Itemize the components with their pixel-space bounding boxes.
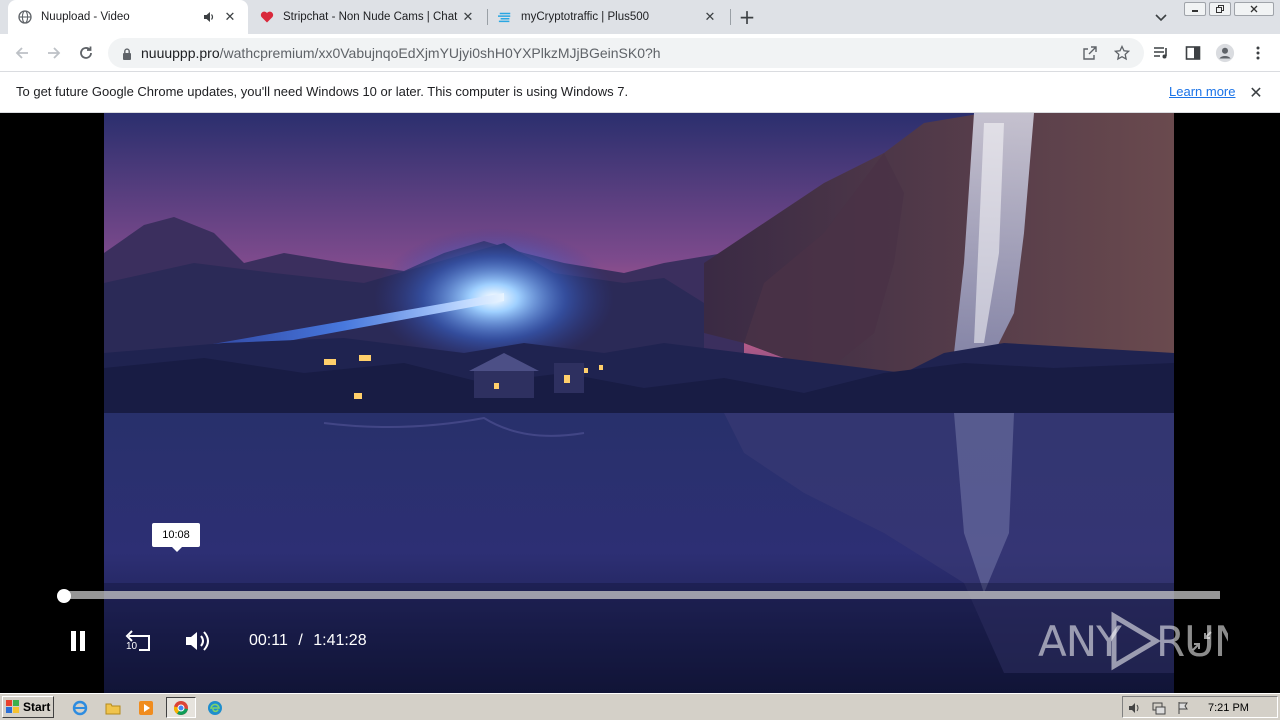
reload-button[interactable] [74, 41, 98, 65]
taskbar-clock: 7:21 PM [1208, 702, 1249, 714]
heart-icon [260, 10, 274, 24]
tab-separator [730, 9, 731, 25]
profile-avatar-icon[interactable] [1215, 43, 1235, 63]
seek-time-tooltip: 10:08 [152, 523, 200, 552]
close-window-button[interactable] [1234, 2, 1274, 16]
restore-button[interactable] [1209, 2, 1231, 16]
chevron-down-icon[interactable] [1152, 8, 1170, 26]
action-center-flag-icon[interactable] [1175, 700, 1191, 716]
tab-stripchat[interactable]: Stripchat - Non Nude Cams | Chat with ✕ [250, 0, 486, 34]
plus500-icon [498, 10, 512, 24]
url-text[interactable]: nuuuppp.pro/wathcpremium/xx0VabujnqoEdXj… [141, 45, 661, 61]
reload-icon [80, 46, 92, 59]
star-icon[interactable] [1113, 44, 1131, 61]
rewind-10-button[interactable]: 10 [122, 625, 154, 657]
media-player-icon[interactable] [134, 697, 158, 718]
learn-more-link[interactable]: Learn more [1169, 84, 1235, 99]
video-player[interactable]: 10:08 10 00:11 / 1:41:28 ANY RUN [0, 113, 1280, 693]
back-button[interactable] [10, 41, 34, 65]
volume-button[interactable] [182, 625, 214, 657]
rewind-label: 10 [126, 641, 138, 652]
close-icon[interactable]: ✕ [1247, 83, 1265, 102]
forward-button[interactable] [42, 41, 66, 65]
globe-icon [18, 10, 32, 24]
chrome-taskbar-icon[interactable] [166, 697, 196, 718]
tab-title: Nuupload - Video [41, 11, 130, 23]
volume-tray-icon[interactable] [1127, 700, 1143, 716]
share-icon[interactable] [1082, 45, 1098, 61]
kebab-menu-icon[interactable] [1248, 43, 1268, 63]
video-frame[interactable] [104, 113, 1174, 693]
tab-title: myCryptotraffic | Plus500 [521, 11, 650, 23]
time-display: 00:11 / 1:41:28 [249, 632, 367, 650]
close-tab-icon[interactable]: ✕ [702, 9, 718, 25]
url-path: /wathcpremium/xx0VabujnqoEdXjmYUjyi0shH0… [219, 45, 661, 61]
seek-bar[interactable] [62, 591, 1220, 599]
windows-taskbar: Start 7:21 PM [0, 693, 1280, 720]
landscape-scene-image [104, 113, 1174, 693]
arrow-left-icon [15, 47, 28, 59]
tab-strip: Nuupload - Video ✕ Stripchat - Non Nude … [0, 0, 1280, 34]
close-tab-icon[interactable]: ✕ [460, 9, 476, 25]
tab-plus500[interactable]: myCryptotraffic | Plus500 ✕ [488, 0, 728, 34]
new-tab-button[interactable]: + [736, 5, 758, 29]
volume-icon [186, 631, 209, 651]
tab-nuupload[interactable]: Nuupload - Video ✕ [8, 0, 248, 34]
media-control-icon[interactable] [1151, 43, 1171, 63]
svg-text:ANY: ANY [1038, 617, 1122, 666]
close-tab-icon[interactable]: ✕ [222, 9, 238, 25]
edge-icon[interactable] [203, 697, 227, 718]
file-explorer-icon[interactable] [101, 697, 125, 718]
fullscreen-exit-button[interactable] [1186, 625, 1218, 657]
infobar-message: To get future Google Chrome updates, you… [16, 84, 629, 99]
windows-logo-icon [6, 700, 19, 713]
speaker-icon[interactable] [202, 10, 216, 24]
tab-title: Stripchat - Non Nude Cams | Chat with [283, 11, 460, 23]
url-host: nuuuppp.pro [141, 45, 220, 61]
start-label: Start [23, 700, 51, 714]
update-infobar: To get future Google Chrome updates, you… [0, 72, 1280, 113]
arrow-right-icon [48, 47, 61, 59]
pause-button[interactable] [62, 625, 94, 657]
pause-icon [71, 631, 85, 651]
current-time: 00:11 [249, 632, 288, 649]
lock-icon[interactable] [120, 46, 134, 60]
browser-toolbar: nuuuppp.pro/wathcpremium/xx0VabujnqoEdXj… [0, 34, 1280, 72]
minimize-button[interactable] [1184, 2, 1206, 16]
time-separator: / [298, 632, 303, 649]
internet-explorer-icon[interactable] [68, 697, 92, 718]
fullscreen-exit-icon [1192, 631, 1212, 651]
duration: 1:41:28 [313, 632, 367, 649]
system-tray [1122, 696, 1278, 718]
side-panel-icon[interactable] [1183, 43, 1203, 63]
network-tray-icon[interactable] [1151, 700, 1167, 716]
seek-handle[interactable] [57, 589, 71, 603]
start-button[interactable]: Start [2, 696, 54, 718]
address-bar[interactable]: nuuuppp.pro/wathcpremium/xx0VabujnqoEdXj… [108, 38, 1144, 68]
